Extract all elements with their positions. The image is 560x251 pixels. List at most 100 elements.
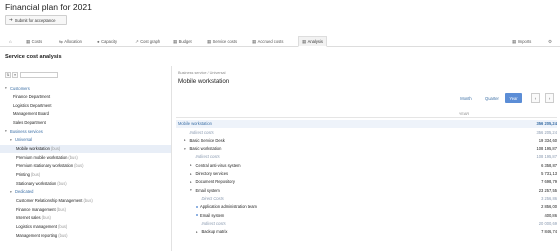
chevron-down-icon[interactable]: ▾ xyxy=(5,86,9,90)
grid-row[interactable]: Indirect costs 108 195,87 xyxy=(176,153,558,161)
grid-row[interactable]: ▸ Central anti-virus system 6 358,87 xyxy=(176,162,557,170)
chevron-right-icon[interactable]: ▸ xyxy=(196,230,200,234)
tab-label: Capacity xyxy=(101,39,118,44)
panel-divider[interactable] xyxy=(171,66,172,251)
grid-row-label: Backup matrix xyxy=(201,229,228,235)
tab-accrued-costs[interactable]: ▦ Accrued costs xyxy=(252,36,283,47)
tab-label: Allocation xyxy=(64,39,82,44)
tree-node[interactable]: Customer Relationship Management (bus) xyxy=(0,196,171,204)
tree-node-label: Universal xyxy=(15,137,33,143)
filter-icon[interactable]: ≡ xyxy=(12,71,18,78)
tab-label: Imports xyxy=(517,39,532,44)
tree-search-input[interactable] xyxy=(20,71,58,78)
grid-row[interactable]: Direct Costs 3 256,86 xyxy=(176,195,558,203)
breadcrumb: Business service / Universal xyxy=(178,71,226,75)
chevron-down-icon[interactable]: ▾ xyxy=(10,190,14,194)
grid-row[interactable]: ▸ Directory services 5 731,13 xyxy=(176,170,557,178)
grid-row-label-cell: Email system xyxy=(196,213,224,218)
tree-node[interactable]: Mobile workstation (bus) xyxy=(0,144,171,153)
chevron-right-icon[interactable]: ▸ xyxy=(190,180,194,184)
chevron-right-icon[interactable]: ▸ xyxy=(190,172,194,176)
grid-row[interactable]: ▸ Document Repository 7 698,79 xyxy=(176,178,557,186)
grid-row[interactable]: ▸ Backup matrix 7 846,74 xyxy=(176,228,557,236)
tree-node-type: (bus) xyxy=(30,172,41,177)
grid-row[interactable]: ▾ Basic workstation 108 195,87 xyxy=(176,145,557,153)
prev-period-button[interactable]: ‹ xyxy=(531,93,540,103)
grid-row-label: Basic workstation xyxy=(189,146,222,152)
grid-row-value: 356 205,24 xyxy=(536,121,558,127)
tree-node[interactable]: Premium stationary workstation (bus) xyxy=(0,162,171,170)
chevron-down-icon[interactable]: ▾ xyxy=(5,129,9,133)
tree-node[interactable]: ▾ Business services xyxy=(0,127,171,135)
arrow-right-icon: ➜ xyxy=(9,17,13,22)
tree-node[interactable]: Sales Department xyxy=(0,119,171,127)
grid-row-value: 3 256,86 xyxy=(541,195,557,201)
grid-row[interactable]: Indirect costs 356 205,24 xyxy=(176,128,558,136)
tree-node-label: Sales Department xyxy=(13,120,46,126)
tab-cost-graph[interactable]: ↗ Cost graph xyxy=(135,36,160,47)
grid-row-value: 356 205,24 xyxy=(536,129,558,135)
period-year-button[interactable]: Year xyxy=(505,93,522,103)
tree-node[interactable]: ▾ Dedicated xyxy=(0,188,171,196)
grid-row[interactable]: Email system 400,86 xyxy=(176,211,557,219)
chevron-right-icon[interactable]: ▸ xyxy=(190,163,194,167)
grid-row-value: 108 195,87 xyxy=(536,146,558,152)
tab-label: Costs xyxy=(31,39,43,44)
tab-label: Budget xyxy=(178,39,192,44)
column-header-year: YEAR xyxy=(458,112,470,116)
tab-budget[interactable]: ▦ Budget xyxy=(173,36,192,47)
grid-row[interactable]: ▸ Basic Service Desk 19 334,60 xyxy=(176,137,557,145)
tree-node-label: Finance management xyxy=(16,206,56,212)
grid-row-label-cell: Mobile workstation xyxy=(178,121,212,126)
sort-icon[interactable]: ⇅ xyxy=(5,71,11,78)
tree-node[interactable]: Premium mobile workstation (bus) xyxy=(0,153,171,161)
tree-node[interactable]: Stationary workstation (bus) xyxy=(0,179,171,187)
tab-settings[interactable]: ⚙ xyxy=(548,36,553,47)
chevron-down-icon[interactable]: ▾ xyxy=(184,147,188,151)
grid-row-value: 20 000,69 xyxy=(538,220,557,226)
tree-node-type: (bus) xyxy=(74,163,84,169)
grid-row-label: Email system xyxy=(195,187,220,193)
tree-node-label: Printing xyxy=(16,172,30,177)
tree-node[interactable]: Finance management (bus) xyxy=(0,205,171,213)
chevron-down-icon[interactable]: ▾ xyxy=(190,188,194,192)
tab-label: Service costs xyxy=(212,39,237,44)
tree-node[interactable]: Logistics management (bus) xyxy=(0,222,171,230)
home-icon: ⌂ xyxy=(9,39,12,44)
tree-node[interactable]: Logistics Department xyxy=(0,101,171,109)
tab-imports[interactable]: ▦ Imports xyxy=(512,36,531,47)
tab-capacity[interactable]: ● Capacity xyxy=(97,36,117,47)
grid-row[interactable]: Mobile workstation 356 205,24 xyxy=(176,120,557,128)
next-period-button[interactable]: › xyxy=(545,93,554,103)
grid-row-value: 23 257,55 xyxy=(538,187,557,193)
grid-row-label-cell: ▾ Basic workstation xyxy=(184,146,221,151)
tab-analysis[interactable]: ▦ Analysis xyxy=(298,36,327,47)
chevron-down-icon[interactable]: ▾ xyxy=(10,138,14,142)
chevron-right-icon[interactable]: ▸ xyxy=(184,138,188,142)
grid-row[interactable]: ▾ Email system 23 257,55 xyxy=(176,186,557,194)
grid-row[interactable]: Indirect costs 20 000,69 xyxy=(176,220,558,228)
grid-row-label: Email system xyxy=(200,212,225,218)
tree-node-label: Premium stationary workstation xyxy=(16,163,74,169)
tree-node-label: Business services xyxy=(10,128,43,134)
tab-allocation[interactable]: ⇆ Allocation xyxy=(59,36,82,47)
tree-node[interactable]: ▾ Customers xyxy=(0,84,171,92)
grid-row[interactable]: Application administration team 2 856,00 xyxy=(176,203,557,211)
tree-node[interactable]: ▾ Universal xyxy=(0,136,171,144)
grid-row-label-cell: ▸ Basic Service Desk xyxy=(184,138,225,143)
submit-for-acceptance-button[interactable]: ➜ Submit for acceptance xyxy=(5,15,67,25)
tab-service-costs[interactable]: ▦ Service costs xyxy=(207,36,237,47)
period-quarter-button[interactable]: Quarter xyxy=(481,93,503,103)
tree-node[interactable]: Printing (bus) xyxy=(0,171,171,179)
grid-row-label: Mobile workstation xyxy=(178,121,212,127)
tree-node[interactable]: Management reporting (bus) xyxy=(0,231,171,239)
tree-node[interactable]: Finance Department xyxy=(0,93,171,101)
tab-home[interactable]: ⌂ xyxy=(9,36,13,47)
grid-row-label-cell: Application administration team xyxy=(196,204,257,209)
tree-node-label: Logistics management xyxy=(16,223,57,229)
tree-node[interactable]: Management Board xyxy=(0,110,171,118)
tab-costs[interactable]: ▦ Costs xyxy=(26,36,42,47)
period-month-button[interactable]: Month xyxy=(456,93,476,103)
grid-row-label: Directory services xyxy=(195,171,229,177)
tree-node[interactable]: Internet sales (bus) xyxy=(0,214,171,222)
